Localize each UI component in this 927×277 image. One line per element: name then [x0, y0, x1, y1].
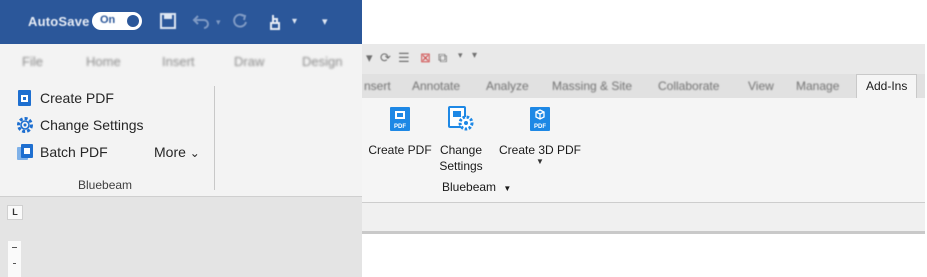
change-settings-label-line1: Change	[439, 143, 483, 157]
ruler-mark	[13, 263, 16, 264]
qat-thin-lines-icon[interactable]: ☰	[398, 50, 410, 66]
batch-pdf-label: Batch PDF	[40, 144, 108, 160]
change-settings-button[interactable]: Change Settings	[434, 106, 488, 174]
word-window: AutoSave On ▾ ▾ ▾ File Home Insert Draw …	[0, 0, 362, 277]
create-3d-pdf-button[interactable]: PDF Create 3D PDF ▼	[496, 106, 584, 166]
autosave-state: On	[100, 14, 116, 26]
word-ribbon-tabs: File Home Insert Draw Design	[0, 44, 362, 80]
create-3d-pdf-label: Create 3D PDF	[498, 143, 582, 157]
tab-insert[interactable]: nsert	[364, 79, 391, 93]
tab-analyze[interactable]: Analyze	[486, 79, 529, 93]
undo-dropdown-icon[interactable]: ▾	[216, 13, 221, 31]
bluebeam-group: Create PDF Change Settings Batch PDF Mor…	[0, 80, 362, 198]
create-pdf-button[interactable]: PDF Create PDF	[368, 106, 432, 158]
pdf-settings-icon	[434, 106, 488, 136]
more-label: More	[154, 144, 186, 160]
customize-qat-icon[interactable]: ▾	[322, 13, 328, 31]
panel-label-text: Bluebeam	[442, 180, 497, 194]
batch-pdf-icon	[16, 143, 34, 161]
panel-expand-icon: ▼	[503, 184, 512, 193]
create-3d-pdf-dropdown-icon[interactable]: ▼	[496, 158, 584, 166]
gear-icon	[16, 116, 34, 134]
chevron-down-icon: ⌄	[189, 146, 200, 160]
save-icon[interactable]	[160, 13, 176, 33]
panel-label-bluebeam[interactable]: Bluebeam ▼	[442, 180, 511, 194]
batch-pdf-button[interactable]: Batch PDF	[16, 142, 108, 162]
qat-arrow-icon[interactable]: ▾	[366, 50, 373, 66]
qat-close-hidden-icon[interactable]: ⊠	[420, 50, 431, 66]
tab-view[interactable]: View	[748, 79, 774, 93]
revit-options-bar	[362, 202, 925, 234]
create-pdf-icon	[16, 89, 34, 107]
revit-window: ▾ ⟳ ☰ ⊠ ⧉ ▾ ▾ nsert Annotate Analyze Mas…	[362, 44, 925, 234]
change-settings-button[interactable]: Change Settings	[16, 115, 144, 135]
tab-file[interactable]: File	[22, 54, 43, 69]
group-divider	[214, 86, 215, 190]
ruler-mark	[12, 247, 17, 248]
create-pdf-button[interactable]: Create PDF	[16, 88, 114, 108]
create-pdf-icon: PDF	[368, 106, 432, 136]
qat-sync-icon[interactable]: ⟳	[380, 50, 391, 66]
change-settings-label-line2: Settings	[439, 159, 483, 173]
qat-dropdown-icon[interactable]: ▾	[458, 50, 463, 61]
tab-massing-site[interactable]: Massing & Site	[552, 79, 632, 93]
title-bar: AutoSave On ▾ ▾ ▾	[0, 0, 362, 44]
touch-mode-icon[interactable]	[268, 13, 282, 35]
tab-selector[interactable]: L	[7, 205, 23, 220]
create-3d-pdf-icon: PDF	[496, 106, 584, 136]
document-area: L	[0, 196, 362, 277]
vertical-ruler	[8, 241, 21, 277]
change-settings-label: Change Settings	[40, 117, 144, 133]
autosave-toggle[interactable]: On	[92, 12, 142, 30]
tab-annotate[interactable]: Annotate	[412, 79, 460, 93]
create-pdf-label: Create PDF	[40, 90, 114, 106]
toggle-knob	[127, 15, 139, 27]
svg-text:PDF: PDF	[394, 124, 406, 130]
tab-design[interactable]: Design	[302, 54, 342, 69]
tab-draw[interactable]: Draw	[234, 54, 264, 69]
tab-add-ins[interactable]: Add-Ins	[856, 74, 918, 98]
revit-bottom-edge	[362, 231, 925, 234]
tab-manage[interactable]: Manage	[796, 79, 839, 93]
more-button[interactable]: More ⌄	[154, 144, 200, 160]
svg-text:PDF: PDF	[534, 124, 546, 130]
redo-icon[interactable]	[232, 13, 248, 33]
tab-insert[interactable]: Insert	[162, 54, 195, 69]
revit-ribbon-tabs: nsert Annotate Analyze Massing & Site Co…	[362, 74, 925, 99]
touch-dropdown-icon[interactable]: ▾	[292, 13, 297, 31]
group-label-bluebeam: Bluebeam	[78, 178, 133, 192]
quick-access-toolbar: ▾ ⟳ ☰ ⊠ ⧉ ▾ ▾	[362, 44, 925, 74]
tab-collaborate[interactable]: Collaborate	[658, 79, 719, 93]
undo-icon[interactable]	[192, 13, 210, 33]
qat-customize-icon[interactable]: ▾	[472, 50, 477, 61]
autosave-label: AutoSave	[28, 14, 90, 29]
bluebeam-panel: PDF Create PDF Change Settings PDF Creat…	[362, 98, 925, 202]
qat-switch-windows-icon[interactable]: ⧉	[438, 50, 447, 66]
tab-home[interactable]: Home	[86, 54, 121, 69]
create-pdf-label: Create PDF	[368, 143, 432, 157]
